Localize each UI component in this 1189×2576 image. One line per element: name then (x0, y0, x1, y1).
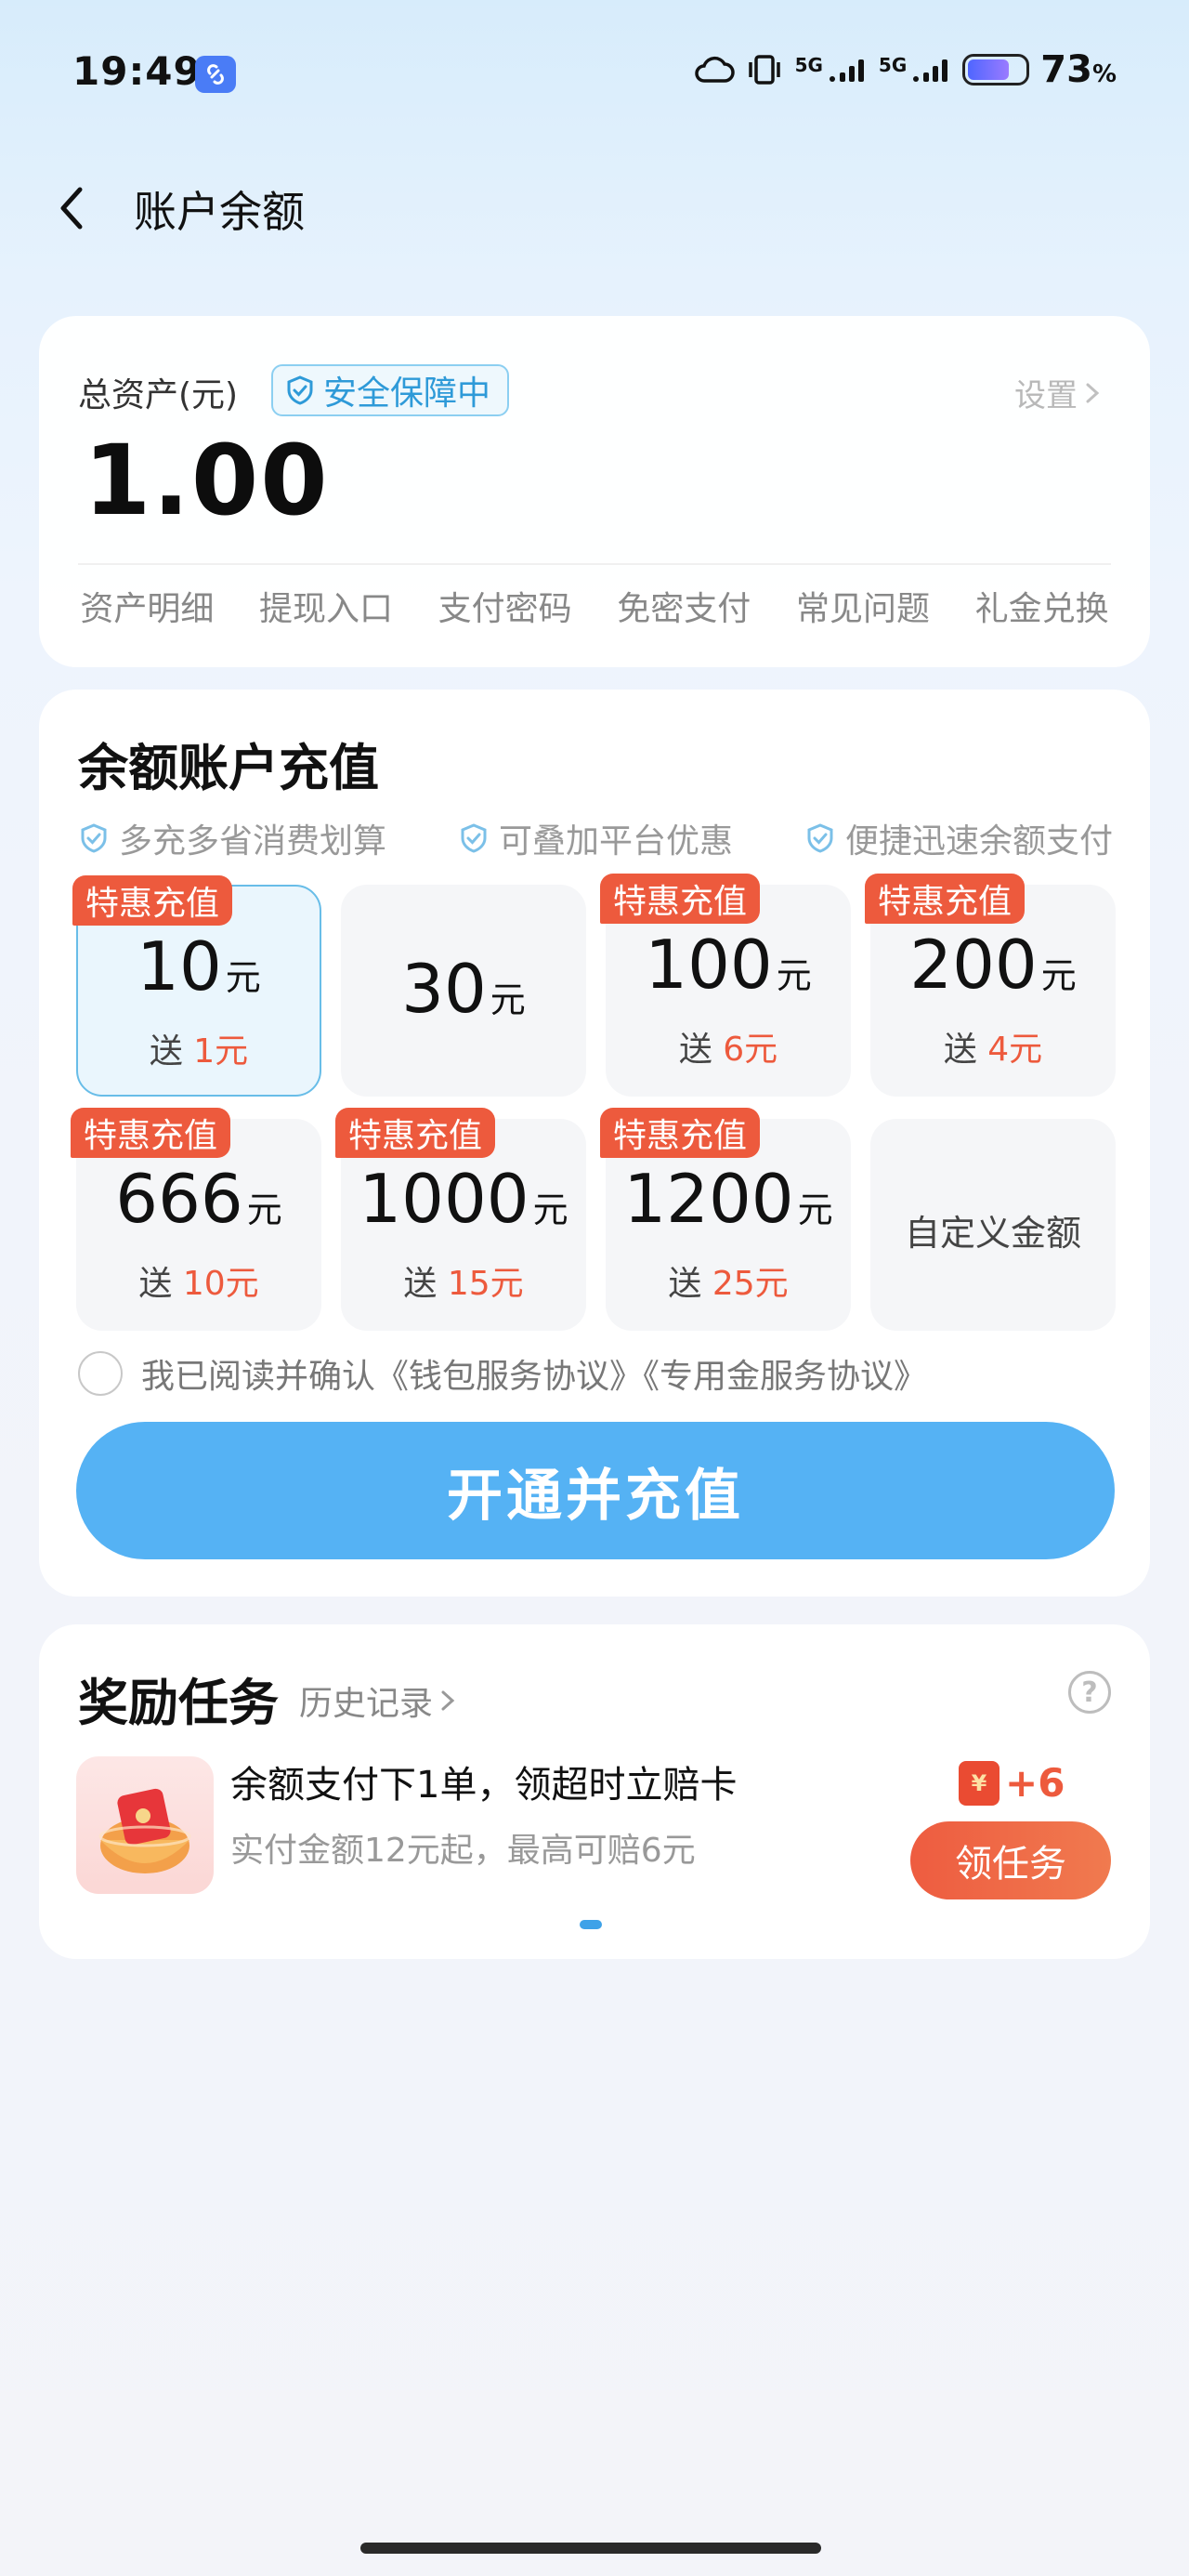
battery-icon (962, 54, 1030, 85)
signal-icon: 5G (795, 56, 868, 84)
link-app-icon (195, 56, 236, 93)
benefit-label: 便捷迅速余额支付 (844, 822, 1113, 861)
promo-tag: 特惠充值 (600, 1108, 761, 1158)
chevron-left-icon (60, 187, 83, 230)
benefit-item: 可叠加平台优惠 (458, 814, 733, 862)
quick-links: 资产明细 提现入口 支付密码 免密支付 常见问题 礼金兑换 (58, 582, 1131, 630)
carousel-indicator (580, 1920, 602, 1929)
home-indicator[interactable] (360, 2543, 821, 2554)
settings-label: 设置 (1014, 377, 1078, 414)
red-packet-bowl-icon (98, 1788, 191, 1873)
option-amount: 1000 元 (359, 1160, 568, 1238)
option-amount: 100 元 (645, 926, 812, 1004)
back-button[interactable] (46, 180, 102, 236)
status-bar: 19:49 5G 5G 73% (0, 0, 1189, 149)
security-badge-label: 安全保障中 (323, 375, 491, 413)
task-description: 实付金额12元起，最高可赔6元 (230, 1832, 696, 1870)
reward-title: 奖励任务 (78, 1674, 279, 1732)
recharge-option-10[interactable]: 特惠充值 10 元 送 1元 (72, 875, 321, 1097)
assets-card: 总资产(元) 安全保障中 设置 1.00 资产明细 提现入口 支付密码 免密支付… (39, 316, 1150, 667)
history-link[interactable]: 历史记录 (299, 1676, 457, 1725)
help-icon[interactable]: ? (1068, 1671, 1111, 1714)
signal-icon-2: 5G (879, 56, 951, 84)
recharge-option-666[interactable]: 特惠充值 666 元 送 10元 (71, 1108, 321, 1331)
recharge-option-100[interactable]: 特惠充值 100 元 送 6元 (600, 874, 851, 1097)
option-bonus: 送 10元 (138, 1265, 259, 1303)
chevron-right-icon (1086, 383, 1100, 402)
shield-check-icon (461, 823, 487, 853)
task-reward-value: +6 (1005, 1760, 1065, 1806)
promo-tag: 特惠充值 (72, 875, 233, 926)
promo-tag: 特惠充值 (865, 874, 1026, 924)
benefit-item: 多充多省消费划算 (78, 814, 386, 862)
recharge-option-30[interactable]: 30 元 (341, 885, 586, 1097)
history-label: 历史记录 (299, 1685, 434, 1723)
recharge-option-200[interactable]: 特惠充值 200 元 送 4元 (865, 874, 1116, 1097)
agreement-text[interactable]: 我已阅读并确认《钱包服务协议》《专用金服务协议》 (141, 1349, 927, 1398)
recharge-option-1200[interactable]: 特惠充值 1200 元 送 25元 (600, 1108, 851, 1331)
option-bonus: 送 15元 (403, 1265, 524, 1303)
recharge-card: 余额账户充值 多充多省消费划算 可叠加平台优惠 便捷迅速余额支付 特惠充值 10… (39, 690, 1150, 1597)
recharge-option-custom[interactable]: 自定义金额 (870, 1119, 1116, 1331)
quick-link-gift-exchange[interactable]: 礼金兑换 (975, 582, 1109, 630)
quick-link-faq[interactable]: 常见问题 (796, 582, 930, 630)
network-type-1: 5G (794, 54, 823, 76)
option-amount: 200 元 (909, 926, 1077, 1004)
network-type-2: 5G (878, 54, 908, 76)
red-envelope-icon: ¥ (959, 1760, 1000, 1806)
task-name: 余额支付下1单，领超时立赔卡 (230, 1764, 738, 1807)
option-amount: 1200 元 (623, 1160, 833, 1238)
option-amount: 666 元 (115, 1160, 282, 1238)
balance-amount: 1.00 (84, 424, 330, 537)
recharge-options-grid: 特惠充值 10 元 送 1元 30 元 特惠充值 100 元 送 6元 特惠充值 20… (71, 874, 1117, 1331)
quick-link-password-free-pay[interactable]: 免密支付 (617, 582, 751, 630)
shield-check-icon (287, 375, 313, 405)
divider (78, 563, 1111, 565)
page-title: 账户余额 (134, 187, 305, 237)
chevron-right-icon (441, 1690, 455, 1711)
agreement-checkbox[interactable] (78, 1351, 123, 1396)
promo-tag: 特惠充值 (600, 874, 761, 924)
cloud-icon (694, 56, 735, 83)
promo-tag: 特惠充值 (335, 1108, 496, 1158)
status-time: 19:49 (72, 48, 202, 94)
custom-amount-label: 自定义金额 (904, 1213, 1081, 1254)
recharge-title: 余额账户充值 (78, 739, 379, 797)
option-bonus: 送 25元 (668, 1265, 789, 1303)
benefit-item: 便捷迅速余额支付 (804, 814, 1113, 862)
shield-check-icon (807, 823, 833, 853)
agreement-row: 我已阅读并确认《钱包服务协议》《专用金服务协议》 (78, 1349, 927, 1398)
option-amount: 30 元 (401, 950, 526, 1028)
task-thumbnail (76, 1756, 214, 1894)
open-and-recharge-button[interactable]: 开通并充值 (76, 1422, 1115, 1559)
option-amount: 10 元 (137, 927, 261, 1005)
security-badge[interactable]: 安全保障中 (271, 364, 510, 416)
claim-task-button[interactable]: 领任务 (910, 1821, 1111, 1899)
shield-check-icon (81, 823, 107, 853)
benefit-label: 多充多省消费划算 (119, 822, 387, 861)
quick-link-asset-details[interactable]: 资产明细 (80, 582, 214, 630)
benefits-row: 多充多省消费划算 可叠加平台优惠 便捷迅速余额支付 (78, 814, 1113, 862)
option-bonus: 送 6元 (678, 1031, 778, 1069)
option-bonus: 送 4元 (943, 1031, 1043, 1069)
total-assets-label: 总资产(元) (78, 376, 239, 414)
status-icons: 5G 5G 73% (693, 48, 1117, 91)
vibrate-icon (748, 55, 780, 85)
quick-link-withdraw[interactable]: 提现入口 (259, 582, 393, 630)
reward-tasks-card: 奖励任务 历史记录 ? 余额支付下1单，领超时立赔卡 实付金额12元起，最高可赔… (39, 1624, 1150, 1959)
settings-link[interactable]: 设置 (1014, 370, 1102, 415)
option-bonus: 送 1元 (149, 1032, 249, 1071)
benefit-label: 可叠加平台优惠 (498, 822, 733, 861)
battery-percent: 73% (1040, 48, 1117, 91)
task-reward: ¥ +6 (959, 1760, 1065, 1806)
promo-tag: 特惠充值 (71, 1108, 231, 1158)
nav-bar: 账户余额 (0, 167, 1189, 251)
quick-link-payment-password[interactable]: 支付密码 (438, 582, 572, 630)
recharge-option-1000[interactable]: 特惠充值 1000 元 送 15元 (335, 1108, 586, 1331)
